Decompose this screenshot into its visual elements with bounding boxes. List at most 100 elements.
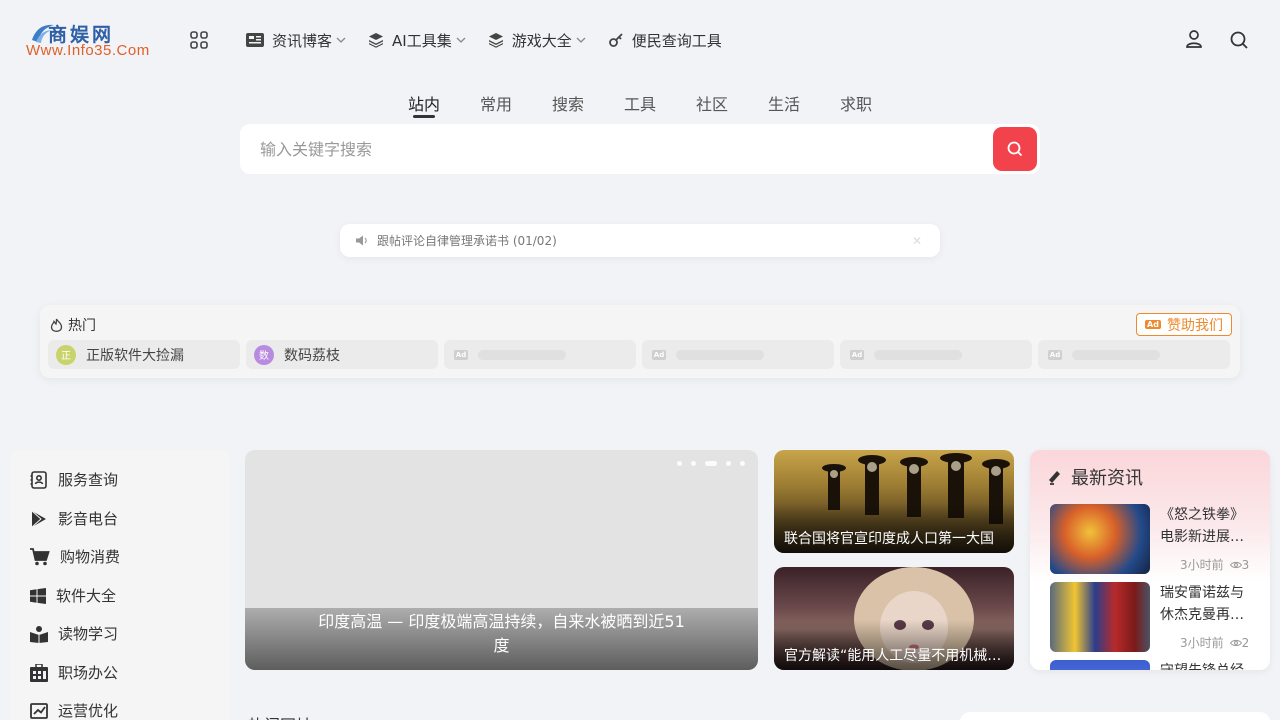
card-caption[interactable]: 联合国将官宣印度成人口第一大国 [784, 528, 1006, 548]
news-item-time: 3小时前 [1180, 636, 1224, 650]
placeholder-bar [874, 349, 962, 360]
view-count-value: 3 [1241, 557, 1250, 572]
newspaper-icon [246, 33, 264, 47]
play-store-icon [31, 510, 46, 527]
hot-panel: 热门 Ad 赞助我们 正 正版软件大捡漏 数 数码荔枝 Ad Ad Ad Ad [40, 305, 1240, 378]
main-nav: 资讯博客 AI工具集 游戏大全 便民查询工具 [246, 28, 744, 52]
user-icon[interactable] [1184, 29, 1204, 49]
view-count-value: 2 [1241, 635, 1250, 650]
view-count: 2 [1229, 635, 1250, 650]
featured-carousel[interactable]: 印度高温 — 印度极端高温持续，自来水被晒到近51度 [245, 450, 758, 670]
search-icon[interactable] [1230, 31, 1248, 49]
carousel-dot-active[interactable] [705, 461, 717, 466]
sidebar-item-operation[interactable]: 运营优化 [30, 700, 118, 720]
sidebar-item-shopping[interactable]: 购物消费 [30, 546, 120, 567]
card-caption[interactable]: 官方解读“能用人工尽量不用机械”说法 [784, 645, 1006, 665]
hot-item-ad-placeholder[interactable]: Ad [444, 340, 636, 369]
search-tabs: 站内 常用 搜索 工具 社区 生活 求职 [408, 91, 912, 119]
cart-icon [30, 547, 50, 565]
news-item-title[interactable]: 《怒之铁拳》电影新进展… [1160, 504, 1256, 548]
hot-item-ad-placeholder[interactable]: Ad [1038, 340, 1230, 369]
sidebar-item-media[interactable]: 影音电台 [30, 508, 118, 529]
chart-icon [30, 702, 48, 719]
news-list-item[interactable]: 瑞安雷诺兹与休杰克曼再… 3小时前 2 [1050, 582, 1264, 652]
sidebar-item-label: 购物消费 [60, 548, 121, 566]
nav-item-ai-tools[interactable]: AI工具集 [368, 28, 466, 52]
tab-jobs[interactable]: 求职 [840, 91, 912, 119]
close-icon[interactable]: ✕ [912, 234, 922, 248]
sidebar-item-office[interactable]: 职场办公 [30, 662, 118, 683]
key-icon [608, 33, 623, 47]
news-thumbnail[interactable] [1050, 582, 1150, 652]
eye-icon [1229, 561, 1242, 568]
ad-icon: Ad [652, 349, 666, 360]
ad-icon: Ad [1048, 349, 1062, 360]
carousel-caption[interactable]: 印度高温 — 印度极端高温持续，自来水被晒到近51度 [245, 610, 758, 658]
hot-item-ad-placeholder[interactable]: Ad [642, 340, 834, 369]
nav-label: 资讯博客 [272, 31, 333, 50]
news-item-meta: 3小时前 3 [1180, 556, 1249, 573]
chevron-down-icon [336, 37, 346, 43]
search-box [240, 124, 1040, 174]
placeholder-bar [478, 349, 566, 360]
sidebar-item-label: 职场办公 [58, 664, 119, 682]
apps-grid-icon[interactable] [190, 31, 208, 49]
hot-items: 正 正版软件大捡漏 数 数码荔枝 Ad Ad Ad Ad [48, 340, 1230, 369]
section-title: 热门网址 [248, 712, 312, 720]
hot-item-badge: 数 [254, 344, 274, 365]
nav-label: AI工具集 [392, 31, 452, 50]
news-list-item[interactable]: 守望先锋总经 [1050, 660, 1264, 670]
news-card[interactable]: 官方解读“能用人工尽量不用机械”说法 [774, 567, 1014, 670]
tab-community[interactable]: 社区 [696, 91, 768, 119]
carousel-dot[interactable] [677, 461, 682, 466]
carousel-dots [677, 461, 745, 466]
reader-icon [30, 625, 48, 643]
notice-bar[interactable]: 跟帖评论自律管理承诺书 (01/02) ✕ [340, 224, 940, 257]
news-item-title[interactable]: 瑞安雷诺兹与休杰克曼再… [1160, 582, 1256, 626]
hot-item-ad-placeholder[interactable]: Ad [840, 340, 1032, 369]
sidebar-item-services[interactable]: 服务查询 [30, 469, 118, 490]
news-thumbnail[interactable] [1050, 504, 1150, 574]
nav-item-games[interactable]: 游戏大全 [488, 28, 586, 52]
sidebar-item-reading[interactable]: 读物学习 [30, 623, 118, 644]
news-item-time: 3小时前 [1180, 558, 1224, 572]
tab-tools[interactable]: 工具 [624, 91, 696, 119]
sidebar-item-software[interactable]: 软件大全 [30, 585, 116, 606]
site-logo[interactable]: 商娱网 Www.Info35.Com [26, 20, 178, 60]
search-button[interactable] [993, 127, 1037, 171]
notice-text[interactable]: 跟帖评论自律管理承诺书 (01/02) [377, 232, 557, 249]
nav-item-blog[interactable]: 资讯博客 [246, 28, 346, 52]
sidebar-item-label: 软件大全 [56, 587, 117, 605]
hot-item-label: 数码荔枝 [284, 347, 340, 364]
chevron-down-icon [456, 37, 466, 43]
ad-icon: Ad [1145, 320, 1161, 329]
hot-item-label: 正版软件大捡漏 [86, 347, 184, 364]
news-item-title[interactable]: 守望先锋总经 [1160, 660, 1256, 670]
office-icon [30, 663, 48, 682]
hot-item[interactable]: 正 正版软件大捡漏 [48, 340, 240, 369]
tab-common[interactable]: 常用 [480, 91, 552, 119]
news-thumbnail[interactable] [1050, 660, 1150, 670]
latest-news-label: 最新资讯 [1071, 468, 1143, 489]
sidebar-item-label: 影音电台 [58, 510, 119, 528]
ad-icon: Ad [454, 349, 468, 360]
nav-item-query-tools[interactable]: 便民查询工具 [608, 28, 722, 52]
hot-item[interactable]: 数 数码荔枝 [246, 340, 438, 369]
sponsor-button[interactable]: Ad 赞助我们 [1136, 313, 1232, 336]
pencil-icon [1049, 471, 1060, 485]
logo-english: Www.Info35.Com [26, 42, 150, 59]
ad-icon: Ad [850, 349, 864, 360]
latest-news-panel: 最新资讯 《怒之铁拳》电影新进展… 3小时前 3 瑞安雷诺兹与休杰克曼再… 3小… [1030, 450, 1270, 670]
carousel-dot[interactable] [740, 461, 745, 466]
layers-icon [488, 33, 503, 48]
news-card[interactable]: 联合国将官宣印度成人口第一大国 [774, 450, 1014, 553]
tab-life[interactable]: 生活 [768, 91, 840, 119]
carousel-dot[interactable] [691, 461, 696, 466]
speaker-icon [356, 235, 367, 246]
tab-search[interactable]: 搜索 [552, 91, 624, 119]
contact-card-icon [30, 470, 47, 489]
news-list-item[interactable]: 《怒之铁拳》电影新进展… 3小时前 3 [1050, 504, 1264, 574]
carousel-dot[interactable] [726, 461, 731, 466]
search-input[interactable] [240, 124, 990, 174]
tab-site[interactable]: 站内 [408, 91, 480, 119]
